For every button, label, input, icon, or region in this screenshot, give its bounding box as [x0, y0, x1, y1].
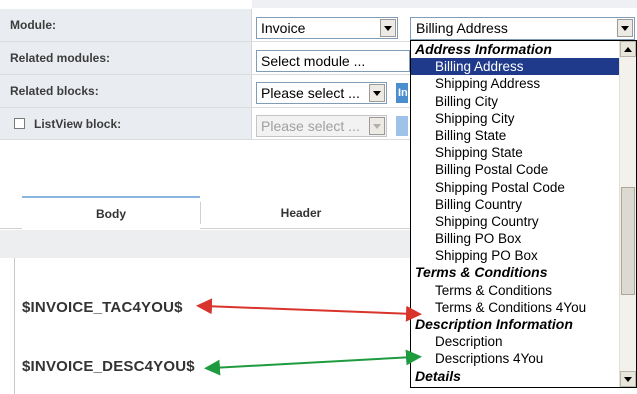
green-double-arrow-icon [204, 349, 422, 376]
annotation-arrows [196, 298, 422, 376]
red-double-arrow-icon [196, 298, 422, 322]
